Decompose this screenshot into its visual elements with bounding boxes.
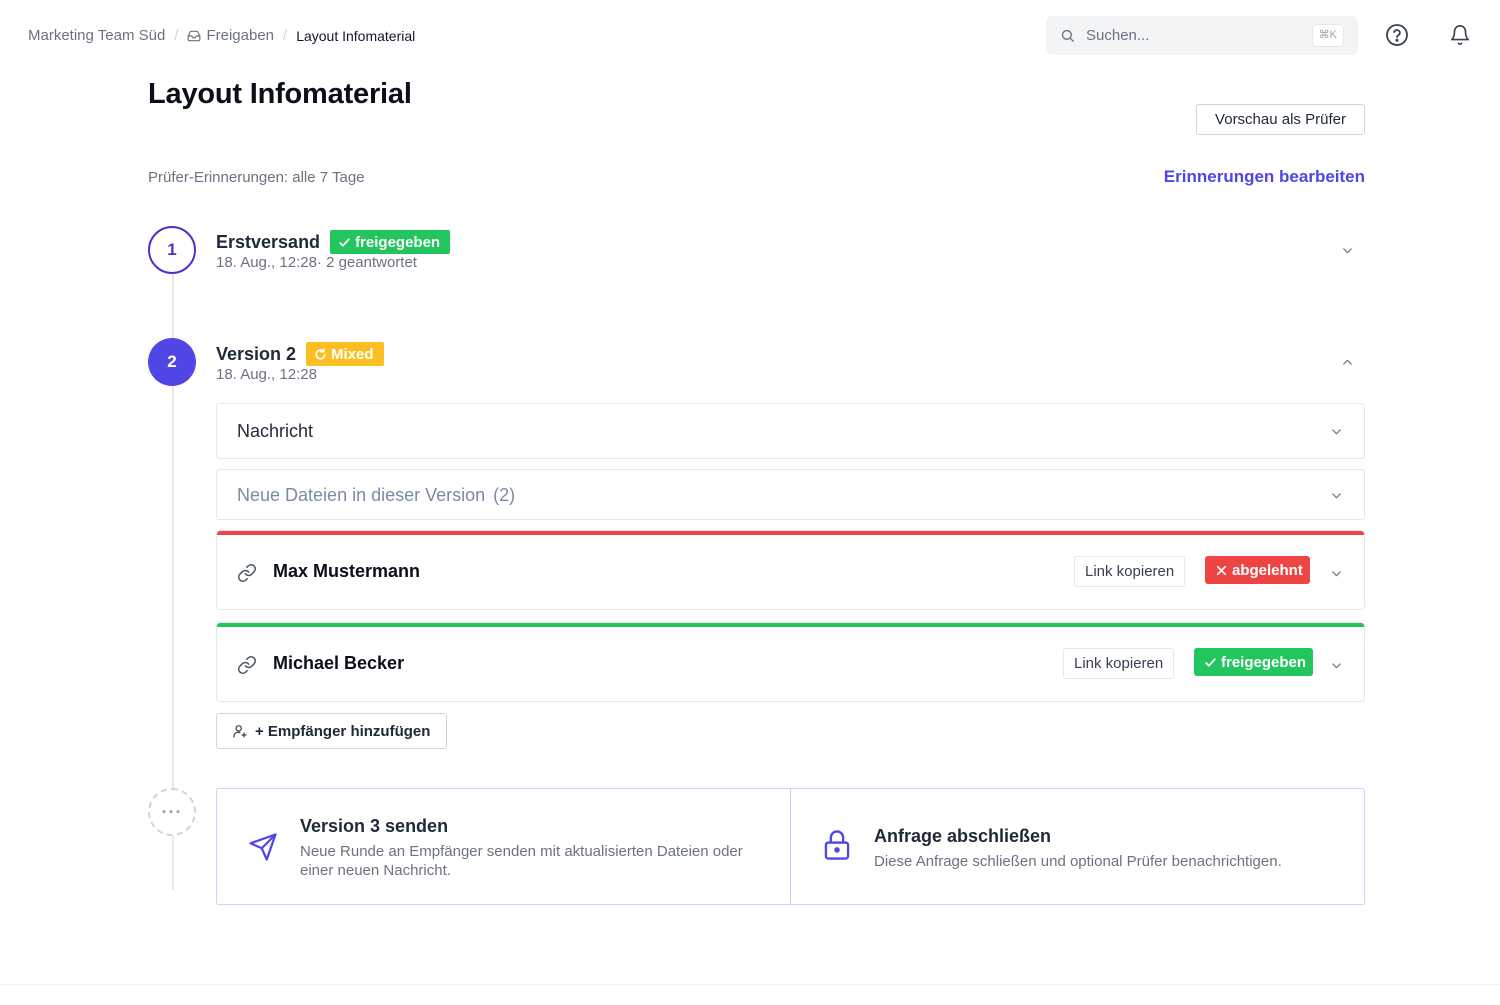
breadcrumb-current: Layout Infomaterial xyxy=(296,27,416,44)
add-recipient-button[interactable]: + Empfänger hinzufügen xyxy=(216,713,447,749)
chevron-down-icon xyxy=(1329,488,1343,502)
close-icon xyxy=(1216,565,1227,575)
action-title: Version 3 senden xyxy=(300,816,449,836)
refresh-icon xyxy=(315,347,326,360)
link-icon xyxy=(237,563,257,588)
next-actions-panel: Version 3 senden Neue Runde an Empfänger… xyxy=(216,788,1365,905)
copy-link-button[interactable]: Link kopieren xyxy=(1063,648,1175,679)
action-title: Anfrage abschließen xyxy=(874,826,1052,846)
step-1-header[interactable]: Erstversand freigegeben xyxy=(216,230,451,254)
reminder-info: Prüfer-Erinnerungen: alle 7 Tage xyxy=(148,169,365,186)
step-2-marker: 2 xyxy=(148,338,196,386)
status-badge[interactable]: freigegeben xyxy=(1194,648,1314,676)
preview-as-reviewer-button[interactable]: Vorschau als Prüfer xyxy=(1196,104,1365,135)
link-icon xyxy=(237,655,257,680)
step-1-meta: 18. Aug., 12:28· 2 geantwortet xyxy=(216,254,417,271)
check-icon xyxy=(1205,657,1216,667)
status-badge[interactable]: abgelehnt xyxy=(1205,556,1310,584)
shortcut-hint: ⌘K xyxy=(1311,24,1344,47)
files-label: Neue Dateien in dieser Version (2) xyxy=(237,485,516,505)
step-2-header[interactable]: Version 2 Mixed xyxy=(216,342,384,366)
top-bar: Marketing Team Süd / Freigaben / Layout … xyxy=(0,0,1500,72)
help-icon[interactable] xyxy=(1384,22,1410,48)
chevron-down-icon[interactable] xyxy=(1340,243,1354,257)
bell-icon[interactable] xyxy=(1447,22,1473,48)
check-icon xyxy=(339,237,350,247)
reviewer-name: Michael Becker xyxy=(273,653,405,673)
send-version-3-card[interactable]: Version 3 senden Neue Runde an Empfänger… xyxy=(217,789,791,904)
inbox-icon xyxy=(187,29,201,43)
page-title: Layout Infomaterial xyxy=(148,78,412,110)
chevron-down-icon[interactable] xyxy=(1329,566,1343,580)
breadcrumb-separator: / xyxy=(174,27,179,44)
reviewer-name: Max Mustermann xyxy=(273,561,421,581)
status-stripe xyxy=(217,623,1364,627)
chevron-down-icon xyxy=(1329,424,1343,438)
chevron-down-icon[interactable] xyxy=(1329,658,1343,672)
status-badge: freigegeben xyxy=(330,230,451,254)
step-2-meta: 18. Aug., 12:28 xyxy=(216,366,317,383)
step-title: Version 2 xyxy=(216,343,297,364)
breadcrumb: Marketing Team Süd / Freigaben / Layout … xyxy=(28,27,415,44)
message-label: Nachricht xyxy=(237,421,314,441)
status-stripe xyxy=(217,531,1364,535)
search-placeholder: Suchen... xyxy=(1086,27,1150,44)
message-accordion[interactable]: Nachricht xyxy=(216,403,1365,459)
search-icon xyxy=(1060,28,1075,48)
status-badge: Mixed xyxy=(306,342,384,366)
breadcrumb-separator: / xyxy=(283,27,288,44)
step-3-marker: ··· xyxy=(148,788,196,836)
footer-divider xyxy=(0,984,1500,985)
edit-reminders-link[interactable]: Erinnerungen bearbeiten xyxy=(1164,167,1365,187)
search-input[interactable]: Suchen... ⌘K xyxy=(1046,16,1358,55)
send-icon xyxy=(248,832,278,867)
files-count: (2) xyxy=(493,485,516,505)
step-1-marker: 1 xyxy=(148,226,196,274)
close-request-card[interactable]: Anfrage abschließen Diese Anfrage schlie… xyxy=(791,789,1364,904)
reviewer-row[interactable]: Max Mustermann Link kopieren abgelehnt xyxy=(216,530,1365,610)
lock-icon xyxy=(822,829,852,866)
action-description: Neue Runde an Empfänger senden mit aktua… xyxy=(300,843,743,879)
copy-link-button[interactable]: Link kopieren xyxy=(1074,556,1186,587)
chevron-up-icon[interactable] xyxy=(1340,355,1354,369)
step-title: Erstversand xyxy=(216,231,321,252)
breadcrumb-team[interactable]: Marketing Team Süd xyxy=(28,27,165,44)
breadcrumb-section[interactable]: Freigaben xyxy=(206,27,274,44)
action-description: Diese Anfrage schließen und optional Prü… xyxy=(874,853,1282,870)
add-user-icon xyxy=(233,725,247,738)
reviewer-row[interactable]: Michael Becker Link kopieren freigegeben xyxy=(216,622,1365,702)
files-accordion[interactable]: Neue Dateien in dieser Version (2) xyxy=(216,469,1365,520)
